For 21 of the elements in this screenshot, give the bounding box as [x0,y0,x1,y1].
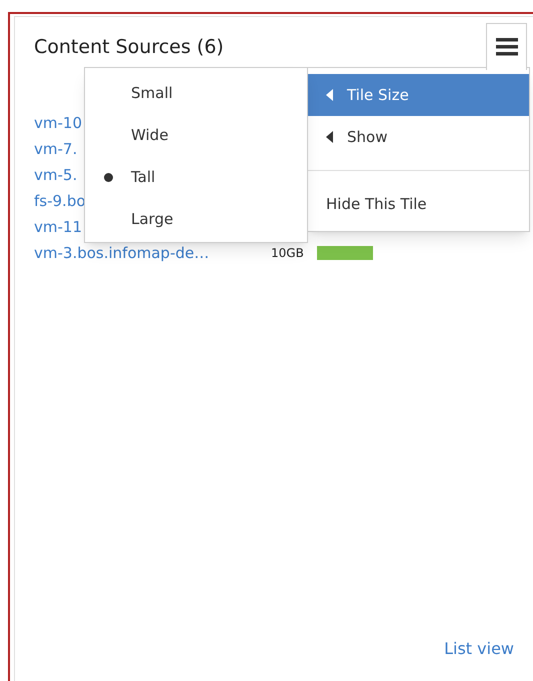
menu-item[interactable]: Tile Size [308,74,529,116]
size-label: 10GB [271,245,305,262]
size-option[interactable]: Wide [85,114,307,156]
source-link[interactable]: vm-10 [34,112,82,134]
menu-button[interactable] [486,23,527,70]
size-option[interactable]: Large [85,198,307,240]
size-option[interactable]: Tall [85,156,307,198]
list-view-link[interactable]: List view [444,637,514,661]
size-option[interactable]: Small [85,72,307,114]
source-link[interactable]: vm-11 [34,216,82,238]
menu-icon [496,37,518,57]
source-link[interactable]: fs-9.bo [34,190,86,212]
source-link[interactable]: vm-7. [34,138,78,160]
caret-icon [326,131,333,143]
source-link[interactable]: vm-3.bos.infomap-de… [34,242,210,264]
caret-icon [326,89,333,101]
menu-item[interactable]: Show [308,116,529,158]
tile-title: Content Sources (6) [34,35,224,60]
source-link[interactable]: vm-5. [34,164,78,186]
menu-item[interactable]: Hide This Tile [308,183,529,225]
size-bar [317,246,373,260]
